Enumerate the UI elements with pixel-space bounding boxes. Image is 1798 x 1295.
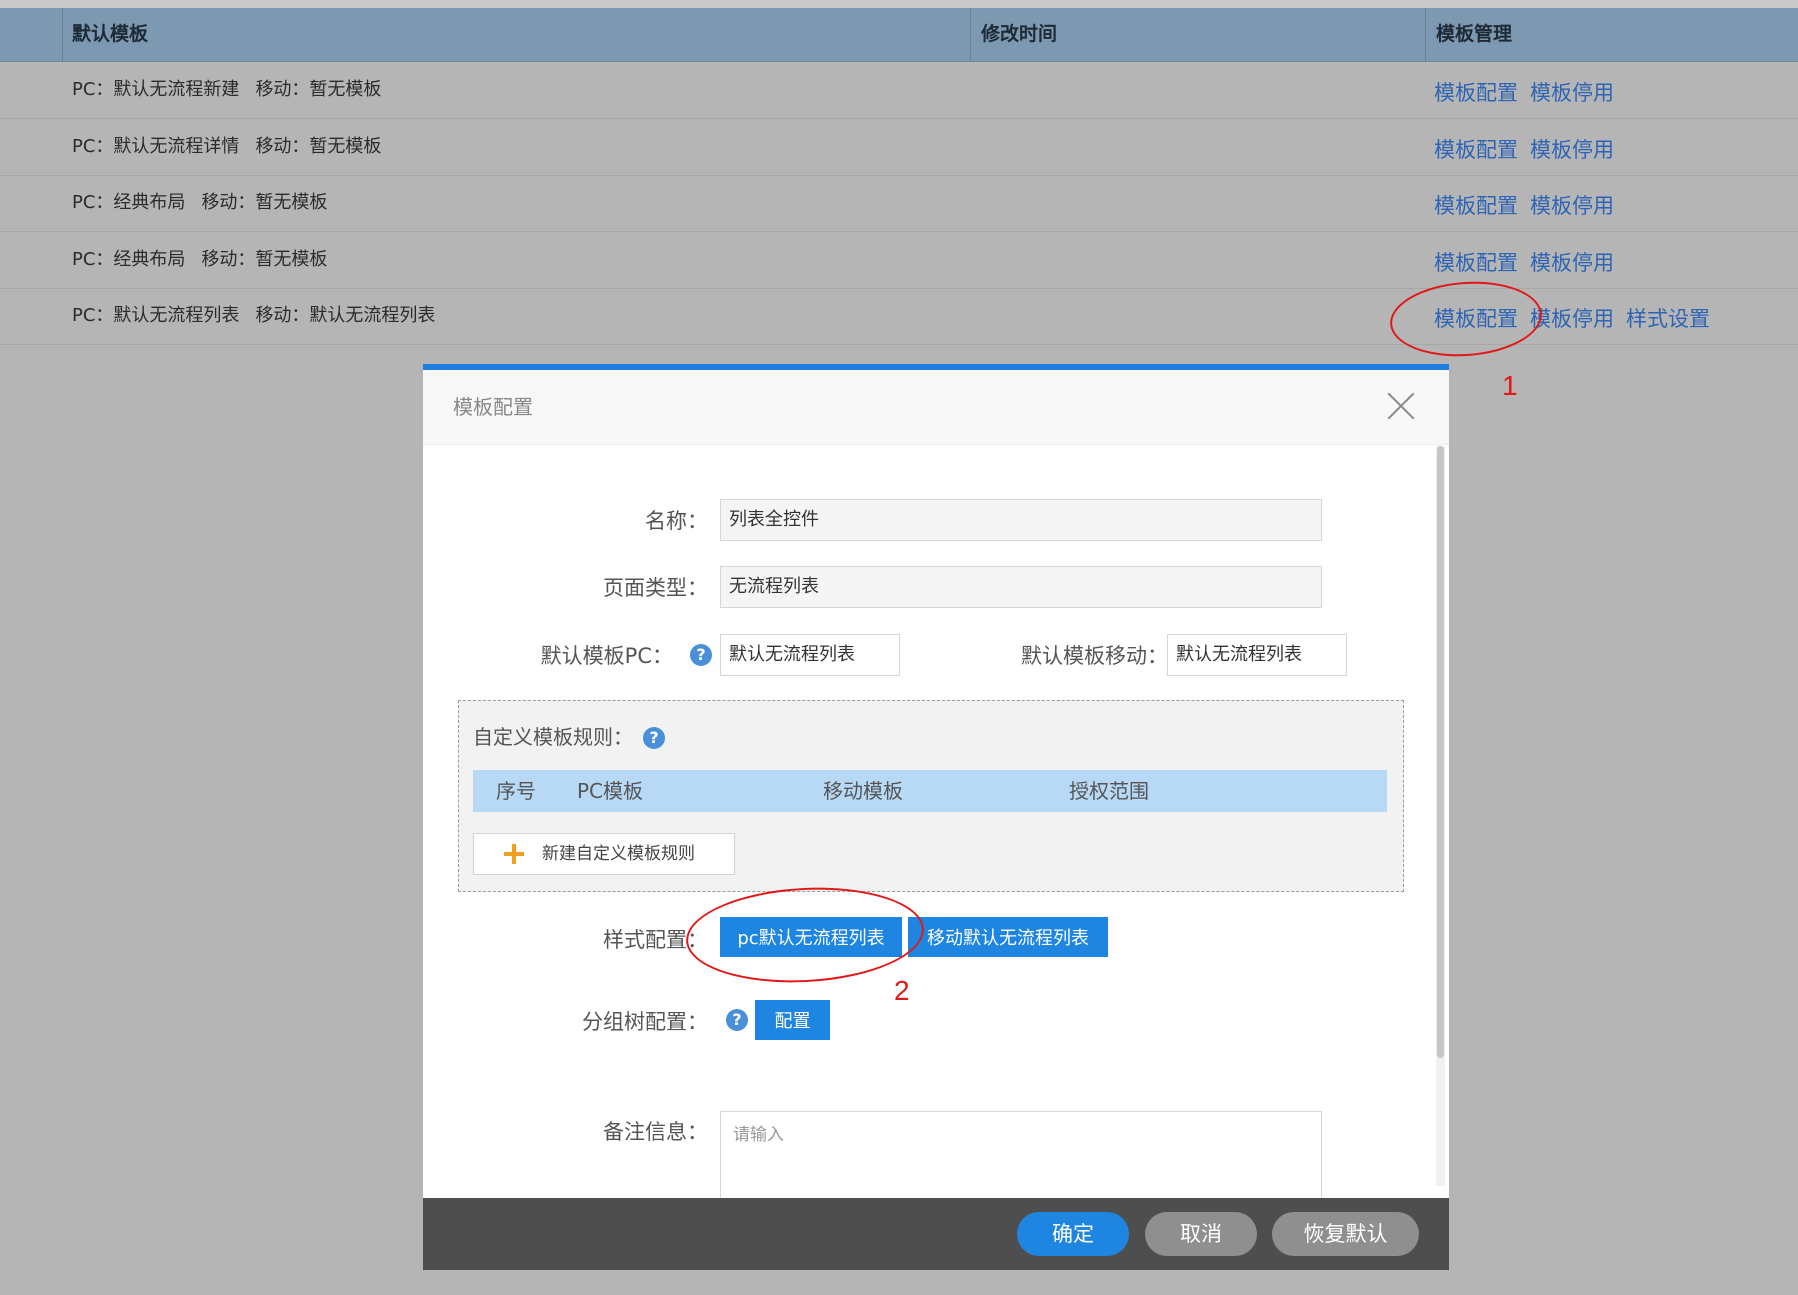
pc-template: PC：经典布局 bbox=[72, 192, 186, 213]
template-config-link[interactable]: 模板配置 bbox=[1434, 194, 1518, 218]
row-template-name: PC：默认无流程详情 移动：暂无模板 bbox=[72, 119, 381, 175]
style-settings-link[interactable]: 样式设置 bbox=[1626, 307, 1710, 331]
template-config-link[interactable]: 模板配置 bbox=[1434, 251, 1518, 275]
col-pc-template: PC模板 bbox=[577, 779, 644, 803]
help-icon[interactable]: ? bbox=[643, 727, 665, 749]
cancel-button[interactable]: 取消 bbox=[1145, 1212, 1257, 1256]
mobile-template: 移动：默认无流程列表 bbox=[255, 305, 436, 326]
table-header: 默认模板 修改时间 模板管理 bbox=[0, 8, 1798, 62]
row-template-name: PC：默认无流程新建 移动：暂无模板 bbox=[72, 62, 381, 118]
plus-icon bbox=[504, 844, 524, 864]
template-disable-link[interactable]: 模板停用 bbox=[1530, 138, 1614, 162]
annotation-number-1: 1 bbox=[1502, 370, 1518, 401]
template-disable-link[interactable]: 模板停用 bbox=[1530, 251, 1614, 275]
name-label: 名称： bbox=[645, 509, 708, 533]
top-strip bbox=[0, 0, 1798, 8]
template-disable-link[interactable]: 模板停用 bbox=[1530, 81, 1614, 105]
default-pc-label: 默认模板PC： bbox=[540, 644, 673, 668]
mobile-template: 移动：暂无模板 bbox=[201, 192, 328, 213]
row-template-name: PC：经典布局 移动：暂无模板 bbox=[72, 232, 327, 288]
header-template-management: 模板管理 bbox=[1425, 8, 1798, 61]
default-mobile-field[interactable]: 默认无流程列表 bbox=[1167, 634, 1347, 676]
mobile-template: 移动：暂无模板 bbox=[255, 79, 382, 100]
custom-rules-panel: 自定义模板规则： ? 序号 PC模板 移动模板 授权范围 新建自定义模板规则 bbox=[458, 700, 1404, 892]
remark-label: 备注信息： bbox=[603, 1120, 708, 1144]
pc-template: PC：默认无流程新建 bbox=[72, 79, 240, 100]
add-custom-rule-button[interactable]: 新建自定义模板规则 bbox=[473, 833, 735, 875]
close-icon[interactable] bbox=[1387, 392, 1415, 420]
pc-template: PC：默认无流程列表 bbox=[72, 305, 240, 326]
help-icon[interactable]: ? bbox=[726, 1009, 748, 1031]
default-mobile-label: 默认模板移动： bbox=[1021, 644, 1168, 668]
name-field[interactable]: 列表全控件 bbox=[720, 499, 1322, 541]
row-ops: 模板配置 模板停用 bbox=[1434, 122, 1626, 178]
col-mobile-template: 移动模板 bbox=[823, 779, 903, 803]
col-index: 序号 bbox=[496, 779, 536, 803]
header-divider bbox=[62, 8, 63, 61]
mobile-template: 移动：暂无模板 bbox=[255, 136, 382, 157]
template-config-modal: 模板配置 名称： 列表全控件 页面类型： 无流程列表 默认模板PC： ? 默认无… bbox=[423, 364, 1449, 1270]
modal-footer: 确定 取消 恢复默认 bbox=[423, 1198, 1449, 1270]
help-icon[interactable]: ? bbox=[690, 644, 712, 666]
page-type-field[interactable]: 无流程列表 bbox=[720, 566, 1322, 608]
modal-header: 模板配置 bbox=[423, 370, 1449, 445]
mobile-style-button[interactable]: 移动默认无流程列表 bbox=[908, 917, 1108, 957]
modal-title: 模板配置 bbox=[453, 395, 533, 419]
table-row: PC：经典布局 移动：暂无模板 模板配置 模板停用 bbox=[0, 232, 1798, 289]
template-config-link[interactable]: 模板配置 bbox=[1434, 138, 1518, 162]
confirm-button[interactable]: 确定 bbox=[1017, 1212, 1129, 1256]
page-type-label: 页面类型： bbox=[603, 576, 708, 600]
row-ops: 模板配置 模板停用 bbox=[1434, 178, 1626, 234]
custom-rules-title: 自定义模板规则： bbox=[473, 725, 633, 749]
group-tree-label: 分组树配置： bbox=[582, 1010, 708, 1034]
annotation-number-2: 2 bbox=[894, 975, 910, 1006]
scrollbar-thumb[interactable] bbox=[1437, 446, 1444, 1058]
template-disable-link[interactable]: 模板停用 bbox=[1530, 307, 1614, 331]
row-template-name: PC：默认无流程列表 移动：默认无流程列表 bbox=[72, 288, 435, 344]
header-default-template: 默认模板 bbox=[72, 23, 149, 45]
add-custom-rule-label: 新建自定义模板规则 bbox=[542, 844, 695, 864]
default-pc-field[interactable]: 默认无流程列表 bbox=[720, 634, 900, 676]
template-config-link[interactable]: 模板配置 bbox=[1434, 81, 1518, 105]
row-template-name: PC：经典布局 移动：暂无模板 bbox=[72, 175, 327, 231]
restore-default-button[interactable]: 恢复默认 bbox=[1272, 1212, 1419, 1256]
pc-template: PC：默认无流程详情 bbox=[72, 136, 240, 157]
row-ops: 模板配置 模板停用 bbox=[1434, 65, 1626, 121]
group-tree-config-button[interactable]: 配置 bbox=[755, 1000, 830, 1040]
header-modified-time: 修改时间 bbox=[970, 8, 1425, 61]
pc-template: PC：经典布局 bbox=[72, 249, 186, 270]
remark-textarea[interactable]: 请输入 bbox=[720, 1111, 1322, 1211]
table-row: PC：默认无流程详情 移动：暂无模板 模板配置 模板停用 bbox=[0, 119, 1798, 176]
rules-table-header: 序号 PC模板 移动模板 授权范围 bbox=[473, 770, 1387, 812]
col-auth-scope: 授权范围 bbox=[1069, 779, 1149, 803]
template-disable-link[interactable]: 模板停用 bbox=[1530, 194, 1614, 218]
table-row: PC：经典布局 移动：暂无模板 模板配置 模板停用 bbox=[0, 175, 1798, 232]
mobile-template: 移动：暂无模板 bbox=[201, 249, 328, 270]
table-row: PC：默认无流程新建 移动：暂无模板 模板配置 模板停用 bbox=[0, 62, 1798, 119]
